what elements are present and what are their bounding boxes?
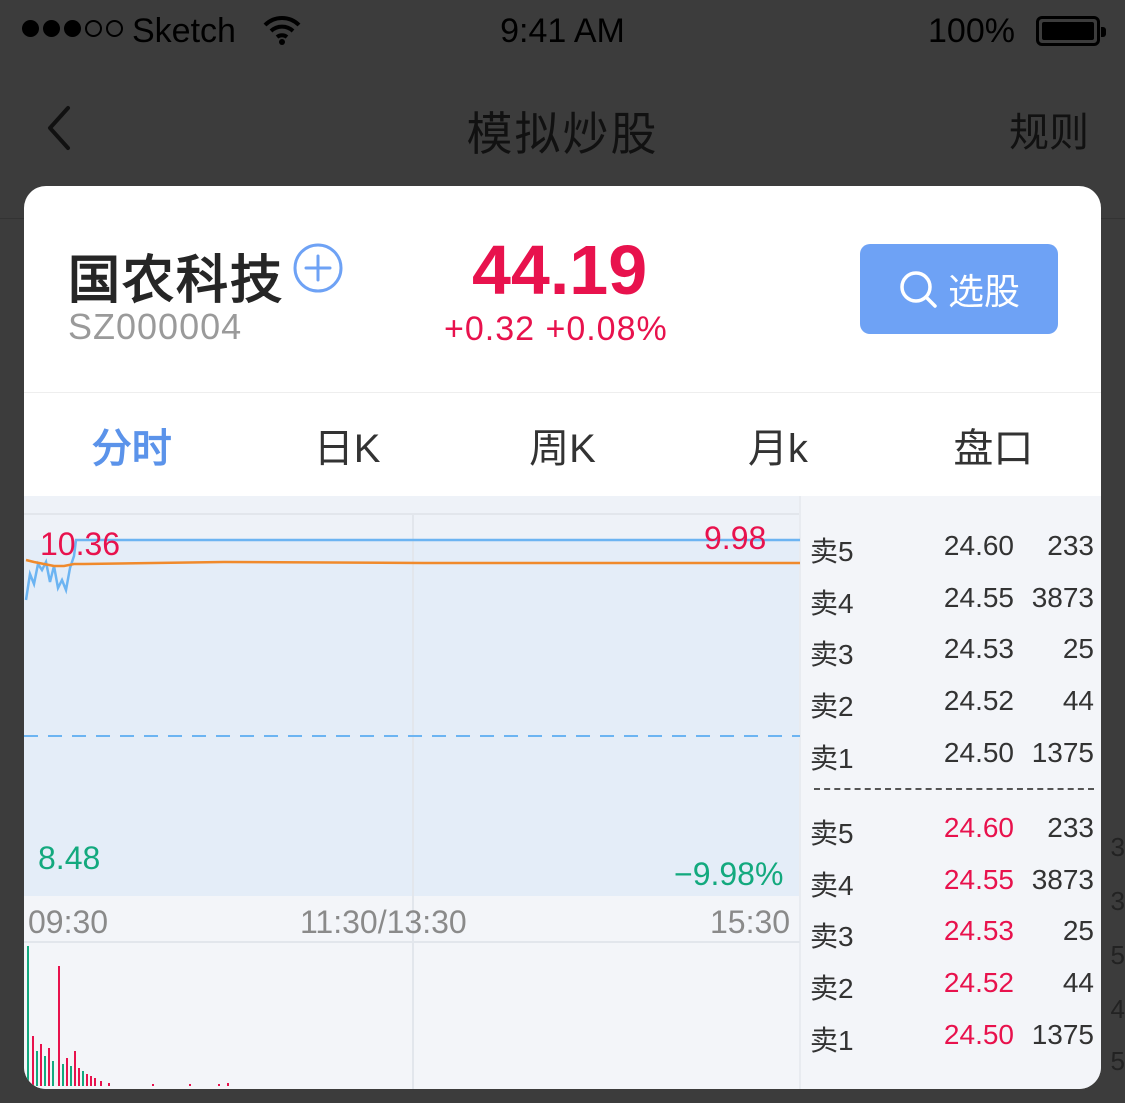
time-label-mid: 11:30/13:30 [300, 904, 467, 940]
order-volume: 44 [1062, 685, 1094, 717]
order-price: 24.60 [943, 812, 1014, 843]
background-edge-value: 3 [1110, 886, 1125, 916]
order-book-row: 卖5 24.60 233 [800, 520, 1100, 572]
order-price: 24.52 [943, 967, 1014, 999]
order-book-bids: 卖5 24.60 233 卖4 24.55 3873 卖3 24.53 25 卖2 24.52… [800, 802, 1100, 1060]
order-volume: 25 [1062, 633, 1094, 665]
time-label-end: 15:30 [710, 904, 791, 940]
order-volume: 1375 [1031, 736, 1094, 768]
order-book-row: 卖1 24.50 1375 [800, 1009, 1100, 1061]
order-price: 24.50 [943, 736, 1014, 768]
volume-bars [27, 946, 229, 1086]
plus-circle-icon[interactable] [292, 242, 344, 294]
order-book-row: 卖2 24.52 44 [800, 675, 1100, 727]
background-edge-value: 5 [1110, 1046, 1125, 1076]
order-price: 24.55 [943, 581, 1014, 613]
order-price: 24.52 [943, 685, 1014, 717]
current-price: 44.19 [472, 231, 648, 309]
order-volume: 233 [1047, 812, 1094, 843]
order-level: 卖2 [810, 973, 854, 1005]
chart-tabs: 分时 日K 周K 月k 盘口 [24, 394, 1101, 496]
order-price: 24.60 [943, 530, 1014, 561]
order-price: 24.53 [943, 633, 1014, 665]
order-volume: 233 [1047, 530, 1094, 561]
order-volume: 3873 [1031, 863, 1094, 895]
order-volume: 44 [1062, 967, 1094, 999]
tab-monthly-k[interactable]: 月k [670, 394, 885, 496]
order-volume: 3873 [1031, 581, 1094, 613]
background-edge-value: 3 [1110, 832, 1125, 862]
order-level: 卖4 [810, 869, 854, 901]
chart-high-price: 10.36 [40, 526, 121, 562]
order-book-asks: 卖5 24.60 233 卖4 24.55 3873 卖3 24.53 25 卖2 24.52… [800, 520, 1100, 778]
tab-weekly-k[interactable]: 周K [455, 394, 670, 496]
order-price: 24.50 [943, 1018, 1014, 1050]
order-level: 卖5 [810, 818, 854, 849]
chart-high-percent: 9.98 [704, 520, 767, 556]
order-book-divider [814, 788, 1094, 790]
nav-bar: 模拟炒股 规则 [0, 64, 1125, 188]
order-book-row: 卖4 24.55 3873 [800, 854, 1100, 906]
page-title: 模拟炒股 [466, 108, 659, 160]
stock-header: 国农科技 SZ000004 44.19 +0.32 +0.08% 选股 [24, 186, 1101, 393]
tab-order-book[interactable]: 盘口 [886, 394, 1101, 496]
order-level: 卖5 [810, 536, 854, 567]
order-volume: 1375 [1031, 1018, 1094, 1050]
background-edge-value: 5 [1110, 940, 1125, 970]
rules-button[interactable]: 规则 [1009, 100, 1089, 158]
order-price: 24.53 [943, 915, 1014, 947]
order-level: 卖4 [810, 587, 854, 619]
order-book-row: 卖1 24.50 1375 [800, 727, 1100, 779]
stock-name: 国农科技 [68, 252, 285, 310]
background-edge-value: 4 [1110, 994, 1125, 1024]
order-book-row: 卖4 24.55 3873 [800, 572, 1100, 624]
order-level: 卖1 [810, 742, 854, 774]
status-bar: Sketch 9:41 AM 100% [0, 0, 1125, 64]
order-book-row: 卖3 24.53 25 [800, 623, 1100, 675]
stock-code: SZ000004 [68, 306, 243, 347]
battery-icon [1036, 16, 1106, 46]
tab-daily-k[interactable]: 日K [239, 394, 454, 496]
price-change: +0.32 +0.08% [444, 310, 668, 348]
order-price: 24.55 [943, 863, 1014, 895]
search-icon [900, 271, 937, 308]
tab-intraday[interactable]: 分时 [24, 394, 239, 496]
order-book-row: 卖2 24.52 44 [800, 957, 1100, 1009]
order-level: 卖2 [810, 691, 854, 723]
select-stock-button[interactable]: 选股 [860, 244, 1058, 334]
chart-low-percent: −9.98% [674, 856, 784, 892]
stock-dialog: 国农科技 SZ000004 44.19 +0.32 +0.08% 选股 分时 日… [24, 186, 1101, 1089]
order-level: 卖3 [810, 921, 854, 953]
chart-low-price: 8.48 [38, 840, 101, 876]
order-book-row: 卖5 24.60 233 [800, 802, 1100, 854]
select-stock-label: 选股 [947, 271, 1020, 312]
order-volume: 25 [1062, 915, 1094, 947]
battery-percent: 100% [928, 12, 1015, 50]
order-level: 卖1 [810, 1024, 854, 1056]
order-book-row: 卖3 24.53 25 [800, 905, 1100, 957]
order-level: 卖3 [810, 639, 854, 671]
time-label-start: 09:30 [28, 904, 109, 940]
